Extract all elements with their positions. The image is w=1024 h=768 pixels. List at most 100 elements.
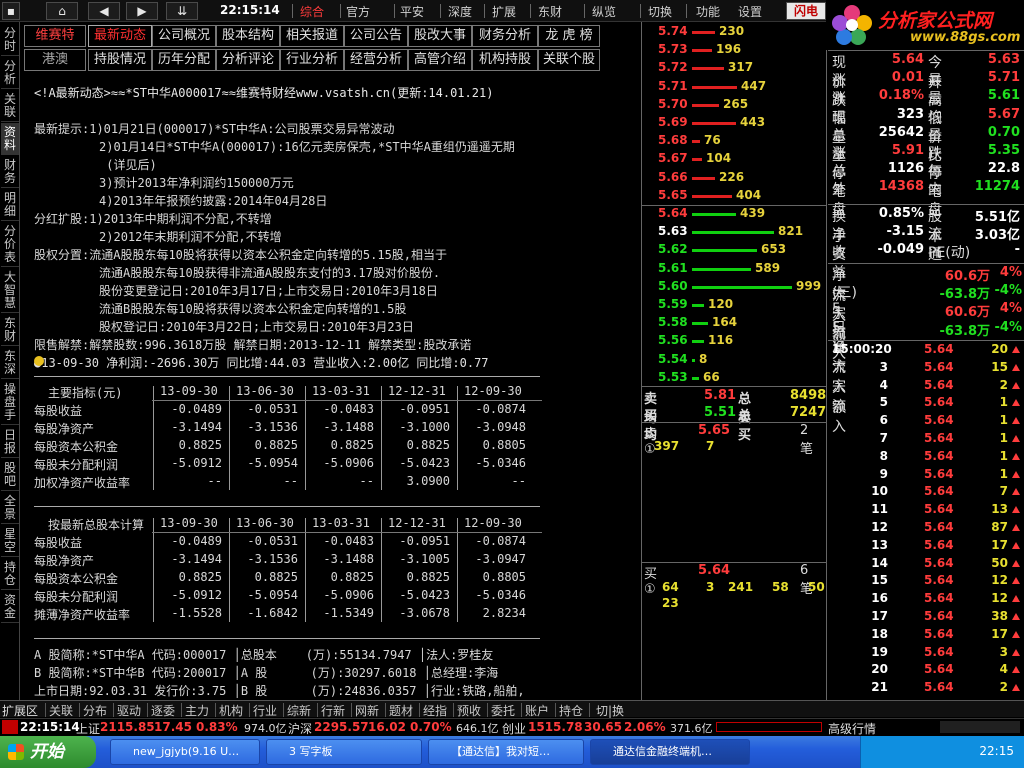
back-icon[interactable]: ◀ — [88, 2, 120, 20]
f10-tab-4[interactable]: 公司公告 — [344, 25, 408, 47]
f10-tab-0[interactable]: 最新动态 — [88, 25, 152, 47]
panel-divider — [828, 50, 1024, 51]
left-tab-6[interactable]: 分价表 — [1, 222, 19, 267]
menu-icon[interactable]: ▪ — [2, 2, 20, 20]
left-tab-9[interactable]: 东深 — [1, 347, 19, 379]
left-tab-11[interactable]: 日报 — [1, 426, 19, 458]
f10-tab2-2[interactable]: 分析评论 — [216, 49, 280, 71]
f10-tab2-1[interactable]: 历年分配 — [152, 49, 216, 71]
f10-vsat[interactable]: 维赛特 — [24, 25, 86, 47]
tick-volume: 15 — [991, 359, 1008, 374]
tick-price: 5.64 — [924, 626, 954, 641]
cy-label[interactable]: 创业 — [502, 720, 526, 737]
bottom-tab-12[interactable]: 经指 — [423, 702, 447, 719]
bid-volume: 120 — [708, 297, 734, 311]
bid-volume: 439 — [740, 206, 766, 220]
bottom-tab-8[interactable]: 综新 — [287, 702, 311, 719]
left-tab-16[interactable]: 资金 — [1, 591, 19, 623]
menu-zonghe[interactable]: 综合 — [300, 3, 324, 20]
menu-qiehuan[interactable]: 切换 — [648, 3, 672, 20]
left-tab-5[interactable]: 明细 — [1, 189, 19, 221]
bottom-tab-13[interactable]: 预收 — [457, 702, 481, 719]
bottom-tab-15[interactable]: 账户 — [525, 702, 549, 719]
f10-tab-7[interactable]: 龙 虎 榜 — [538, 25, 600, 47]
f10-tab2-0[interactable]: 持股情况 — [88, 49, 152, 71]
f10-tab2-5[interactable]: 高管介绍 — [408, 49, 472, 71]
left-tab-13[interactable]: 全景 — [1, 492, 19, 524]
bottom-switch[interactable]: 切|换 — [596, 702, 624, 719]
tick-price: 5.64 — [924, 484, 954, 499]
table-cell: 0.8825 — [254, 570, 298, 584]
f10-tab-3[interactable]: 相关报道 — [280, 25, 344, 47]
bottom-tab-3[interactable]: 驱动 — [117, 702, 141, 719]
tab-sep — [453, 703, 454, 717]
left-tab-14[interactable]: 星空 — [1, 525, 19, 557]
f10-tab-2[interactable]: 股本结构 — [216, 25, 280, 47]
left-tab-7[interactable]: 大智慧 — [1, 268, 19, 313]
f10-tab2-3[interactable]: 行业分析 — [280, 49, 344, 71]
f10-tab2-4[interactable]: 经营分析 — [344, 49, 408, 71]
menu-shendu[interactable]: 深度 — [448, 3, 472, 20]
menu-gongneng[interactable]: 功能 — [696, 3, 720, 20]
bottom-tab-14[interactable]: 委托 — [491, 702, 515, 719]
bottom-tab-5[interactable]: 主力 — [185, 702, 209, 719]
task-folder[interactable]: new_jgjyb(9.16 U… — [110, 739, 260, 765]
menu-zonglan[interactable]: 纵览 — [592, 3, 616, 20]
bottom-tab-6[interactable]: 机构 — [219, 702, 243, 719]
left-tab-15[interactable]: 持仓 — [1, 558, 19, 590]
bottom-tab-7[interactable]: 行业 — [253, 702, 277, 719]
bottom-tab-0[interactable]: 扩展区 — [2, 702, 38, 719]
left-tab-3[interactable]: 资料 — [1, 123, 19, 155]
f10-gangao[interactable]: 港澳 — [24, 49, 86, 71]
left-tab-2[interactable]: 关联 — [1, 90, 19, 122]
tick-price: 5.64 — [924, 573, 954, 588]
sell-queue-item: 7 — [706, 439, 715, 453]
flash-button[interactable]: 闪电 — [786, 2, 826, 20]
bottom-tab-9[interactable]: 行新 — [321, 702, 345, 719]
menu-shezhi[interactable]: 设置 — [738, 3, 762, 20]
menu-dongcai[interactable]: 东财 — [538, 3, 562, 20]
f10-tab-6[interactable]: 财务分析 — [472, 25, 538, 47]
hs-label[interactable]: 沪深 — [288, 720, 312, 737]
task-tdx-chat[interactable]: 【通达信】我对短… — [428, 739, 584, 765]
forward-icon[interactable]: ▶ — [126, 2, 158, 20]
left-tab-4[interactable]: 财务 — [1, 156, 19, 188]
bottom-tab-16[interactable]: 持仓 — [559, 702, 583, 719]
sh-label[interactable]: 上证 — [76, 720, 100, 737]
tick-volume: 17 — [991, 626, 1008, 641]
ask-price: 5.73 — [658, 42, 688, 57]
tick-up-arrow-icon — [1012, 452, 1020, 460]
tick-volume: 1 — [999, 466, 1008, 481]
bottom-tab-11[interactable]: 题材 — [389, 702, 413, 719]
tick-up-arrow-icon — [1012, 684, 1020, 692]
f10-tab2-7[interactable]: 关联个股 — [538, 49, 600, 71]
home-button[interactable]: ⌂ — [46, 2, 78, 20]
left-tab-12[interactable]: 股吧 — [1, 459, 19, 491]
index-status-bar: 22:15:14 上证 2115.85 17.45 0.83% 974.0亿 沪… — [0, 718, 1024, 737]
left-tab-8[interactable]: 东财 — [1, 314, 19, 346]
bottom-tab-4[interactable]: 逐委 — [151, 702, 175, 719]
quote2-value: 0.85% — [878, 206, 924, 221]
advanced-quote-label[interactable]: 高级行情 — [828, 720, 876, 737]
bottom-tab-1[interactable]: 关联 — [49, 702, 73, 719]
bottom-tab-2[interactable]: 分布 — [83, 702, 107, 719]
table-head: 主要指标(元) — [48, 386, 123, 400]
bid-bar — [692, 358, 695, 362]
f10-tab-1[interactable]: 公司概况 — [152, 25, 216, 47]
sh-change: 17.45 — [154, 720, 192, 734]
bottom-tab-10[interactable]: 网新 — [355, 702, 379, 719]
menu-pingan[interactable]: 平安 — [400, 3, 424, 20]
tab-sep — [521, 703, 522, 717]
f10-tab-5[interactable]: 股改大事 — [408, 25, 472, 47]
left-tab-0[interactable]: 分时 — [1, 24, 19, 56]
task-tdx-terminal[interactable]: 通达信金融终端机… — [590, 739, 750, 765]
task-wordpad[interactable]: 3 写字板 — [266, 739, 422, 765]
menu-guanfang[interactable]: 官方 — [346, 3, 370, 20]
f10-tab2-6[interactable]: 机构持股 — [472, 49, 538, 71]
menu-kuozhan[interactable]: 扩展 — [492, 3, 516, 20]
left-tab-10[interactable]: 操盘手 — [1, 380, 19, 425]
left-tab-1[interactable]: 分析 — [1, 57, 19, 89]
table-cell: 每股净资产 — [34, 422, 95, 436]
ask-volume: 76 — [704, 133, 721, 148]
down-icon[interactable]: ⇊ — [166, 2, 198, 20]
